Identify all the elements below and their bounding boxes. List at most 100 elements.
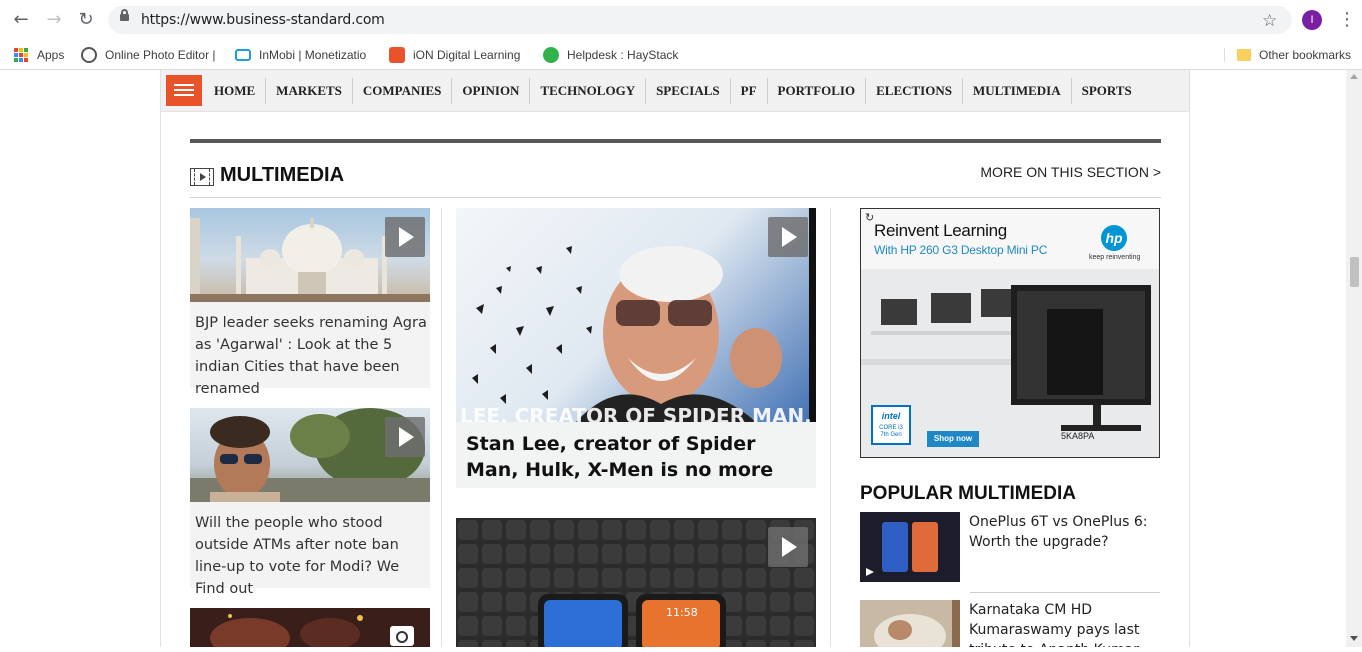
other-bookmarks-label: Other bookmarks <box>1259 48 1352 62</box>
bookmarks-divider <box>1224 48 1225 62</box>
section-header: MULTIMEDIA MORE ON THIS SECTION > <box>190 162 1161 198</box>
bookmark-haystack[interactable]: Helpdesk : HayStack <box>543 44 678 66</box>
stan-lee-image <box>472 208 816 422</box>
forward-icon[interactable]: → <box>43 9 65 31</box>
nav-multimedia[interactable]: MULTIMEDIA <box>963 78 1072 104</box>
video-card[interactable] <box>190 608 430 652</box>
scroll-down-arrow[interactable] <box>1350 636 1358 641</box>
apps-grid-icon <box>14 48 28 62</box>
intel-line-1: CORE i3 <box>879 425 903 431</box>
bookmark-label: Online Photo Editor | <box>105 48 216 62</box>
svg-text:11:58: 11:58 <box>666 606 698 619</box>
photo-editor-icon <box>81 47 97 63</box>
intel-model: CORE i3 7th Gen <box>873 425 909 439</box>
hamburger-menu-button[interactable] <box>166 75 202 106</box>
play-icon[interactable] <box>768 527 808 567</box>
section-rule <box>190 139 1161 143</box>
nav-companies[interactable]: COMPANIES <box>353 78 453 104</box>
inmobi-icon <box>235 49 251 61</box>
scrollbar-thumb[interactable] <box>1350 257 1359 287</box>
nav-technology[interactable]: TECHNOLOGY <box>530 78 647 104</box>
popular-item-title[interactable]: Karnataka CM HD Kumaraswamy pays last tr… <box>969 600 1160 647</box>
nav-specials[interactable]: SPECIALS <box>646 78 731 104</box>
nav-markets[interactable]: MARKETS <box>266 78 353 104</box>
nav-items: HOME MARKETS COMPANIES OPINION TECHNOLOG… <box>204 78 1142 104</box>
bookmark-label: Helpdesk : HayStack <box>567 48 679 62</box>
nav-opinion[interactable]: OPINION <box>452 78 531 104</box>
ad-headline: Reinvent Learning <box>874 221 1007 240</box>
url-text[interactable]: https://www.business-standard.com <box>141 12 385 28</box>
video-card[interactable]: 11:58 <box>456 518 816 652</box>
hp-logo: hp <box>1101 225 1127 251</box>
bookmark-ion[interactable]: iON Digital Learning <box>389 44 520 66</box>
popular-item[interactable]: Karnataka CM HD Kumaraswamy pays last tr… <box>860 600 1160 647</box>
page-scrollbar[interactable] <box>1346 70 1362 647</box>
address-bar[interactable]: https://www.business-standard.com ☆ <box>108 6 1292 34</box>
phones-thumbnail-image <box>866 522 938 576</box>
card-thumbnail[interactable] <box>190 208 430 302</box>
card-title[interactable]: BJP leader seeks renaming Agra as 'Agarw… <box>195 312 430 400</box>
play-icon[interactable] <box>385 417 425 457</box>
section-title: MULTIMEDIA <box>220 164 345 186</box>
ad-subline: With HP 260 G3 Desktop Mini PC <box>874 243 1048 257</box>
other-bookmarks[interactable]: Other bookmarks <box>1237 44 1351 66</box>
play-icon[interactable] <box>385 217 425 257</box>
ad-model-number: 5KA8PA <box>1061 431 1095 441</box>
featured-title[interactable]: Stan Lee, creator of Spider Man, Hulk, X… <box>466 431 806 483</box>
card-thumbnail[interactable] <box>190 408 430 502</box>
featured-overlay-text: LEE, CREATOR OF SPIDER MAN, <box>460 404 812 422</box>
popular-thumbnail[interactable] <box>860 512 960 582</box>
main-nav: HOME MARKETS COMPANIES OPINION TECHNOLOG… <box>161 70 1189 112</box>
video-card[interactable]: BJP leader seeks renaming Agra as 'Agarw… <box>190 208 430 397</box>
reload-icon[interactable]: ↻ <box>75 9 97 31</box>
tribute-thumbnail-image <box>874 600 960 647</box>
menu-icon[interactable]: ⋮ <box>1338 9 1356 30</box>
featured-thumbnail[interactable]: LEE, CREATOR OF SPIDER MAN, <box>456 208 816 422</box>
content-container: HOME MARKETS COMPANIES OPINION TECHNOLOG… <box>160 70 1190 652</box>
bookmarks-bar: Apps Online Photo Editor | InMobi | Mone… <box>0 40 1362 70</box>
hp-advertisement[interactable]: ↻ Reinvent Learning With HP 260 G3 Deskt… <box>860 208 1160 458</box>
bookmark-inmobi[interactable]: InMobi | Monetizatio <box>235 44 366 66</box>
scroll-up-arrow[interactable] <box>1350 74 1358 79</box>
ion-icon <box>389 47 405 63</box>
browser-toolbar: ← → ↻ https://www.business-standard.com … <box>0 0 1362 40</box>
nav-pf[interactable]: PF <box>731 78 768 104</box>
more-on-section-link[interactable]: MORE ON THIS SECTION > <box>980 164 1161 180</box>
bookmark-star-icon[interactable]: ☆ <box>1262 11 1277 31</box>
intel-brand: intel <box>881 411 901 421</box>
intel-line-2: 7th Gen <box>880 432 902 438</box>
popular-item-title[interactable]: OnePlus 6T vs OnePlus 6: Worth the upgra… <box>969 512 1160 552</box>
hp-tagline: keep reinventing <box>1089 254 1141 261</box>
featured-video-card[interactable]: LEE, CREATOR OF SPIDER MAN, Stan Lee, cr… <box>456 208 816 488</box>
column-divider <box>830 208 831 647</box>
popular-item[interactable]: OnePlus 6T vs OnePlus 6: Worth the upgra… <box>860 512 1160 582</box>
shop-now-button[interactable]: Shop now <box>927 431 979 447</box>
nav-home[interactable]: HOME <box>204 78 267 104</box>
bookmark-apps[interactable]: Apps <box>14 44 64 66</box>
nav-sports[interactable]: SPORTS <box>1072 78 1142 104</box>
column-divider <box>441 208 442 647</box>
bookmark-label: Apps <box>37 48 65 62</box>
bookmark-photo-editor[interactable]: Online Photo Editor | <box>81 44 216 66</box>
phones-image: 11:58 <box>456 518 816 652</box>
nav-elections[interactable]: ELECTIONS <box>866 78 963 104</box>
play-icon[interactable] <box>768 217 808 257</box>
intel-badge: intel CORE i3 7th Gen <box>871 405 911 445</box>
page-viewport: HOME MARKETS COMPANIES OPINION TECHNOLOG… <box>0 70 1362 652</box>
lock-icon <box>120 9 129 21</box>
haystack-icon <box>543 47 559 63</box>
bookmark-label: iON Digital Learning <box>413 48 521 62</box>
camera-icon[interactable] <box>390 626 414 646</box>
folder-icon <box>1237 49 1251 61</box>
video-film-icon <box>190 168 214 186</box>
featured-caption-box: Stan Lee, creator of Spider Man, Hulk, X… <box>456 422 816 488</box>
bookmark-label: InMobi | Monetizatio <box>259 48 367 62</box>
back-icon[interactable]: ← <box>10 9 32 31</box>
popular-thumbnail[interactable] <box>860 600 960 647</box>
video-card[interactable]: Will the people who stood outside ATMs a… <box>190 408 430 597</box>
nav-portfolio[interactable]: PORTFOLIO <box>768 78 867 104</box>
card-title[interactable]: Will the people who stood outside ATMs a… <box>195 512 430 600</box>
profile-avatar[interactable]: I <box>1302 10 1322 30</box>
adchoices-icon[interactable]: ↻ <box>865 211 874 224</box>
popular-divider <box>970 592 1160 593</box>
